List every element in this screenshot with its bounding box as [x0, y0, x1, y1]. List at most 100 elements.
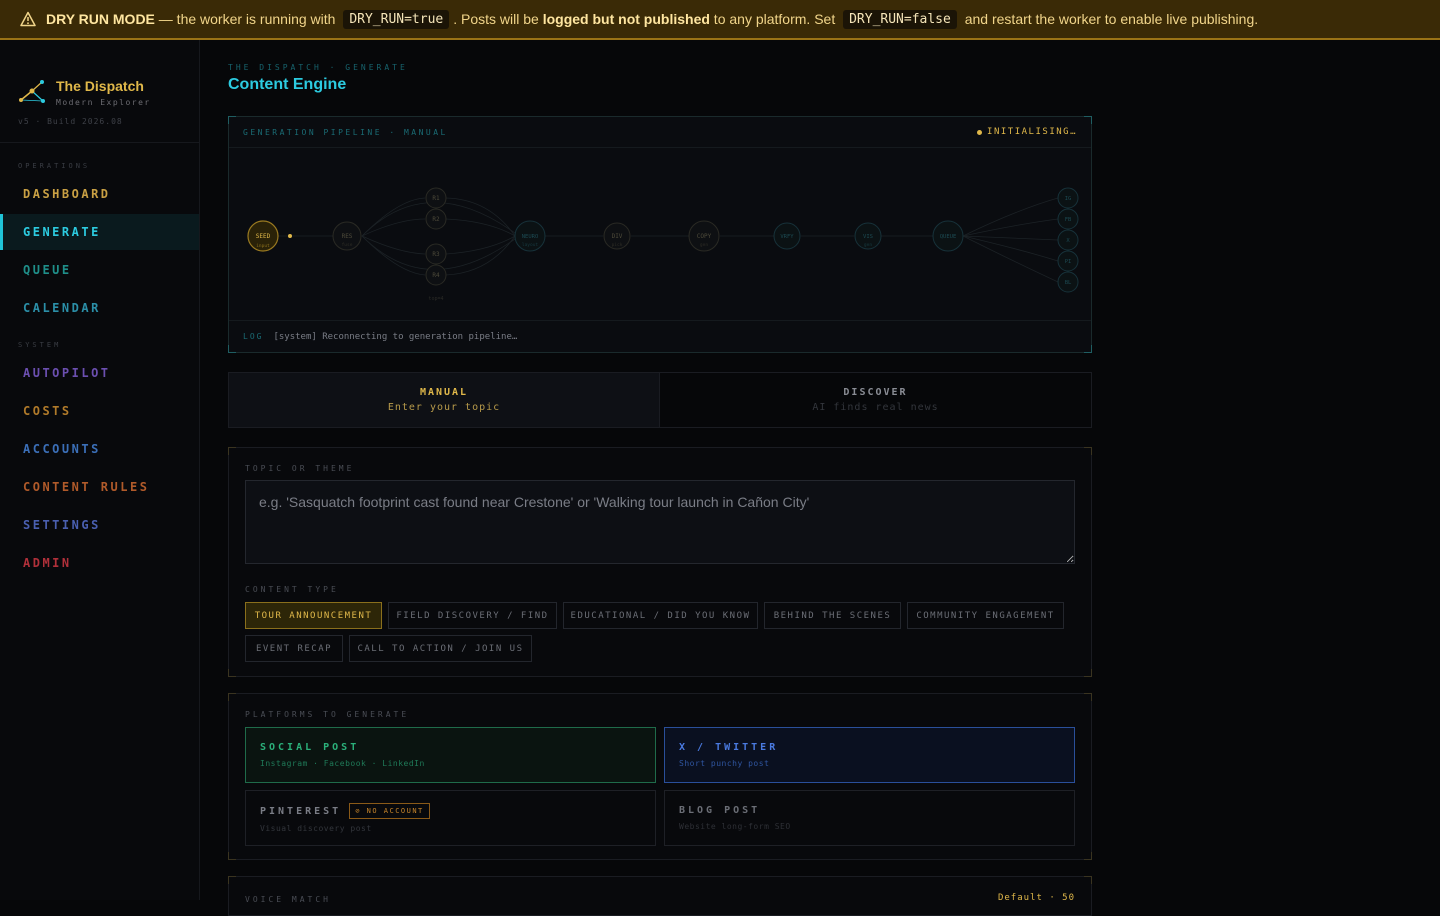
- corner-decoration: [228, 447, 236, 455]
- build-version: v5 · Build 2026.08: [18, 117, 123, 126]
- section-system: SYSTEM: [18, 341, 62, 349]
- type-chip-behind-the-scenes[interactable]: BEHIND THE SCENES: [764, 602, 901, 629]
- type-chip-tour-announcement[interactable]: TOUR ANNOUNCEMENT: [245, 602, 382, 629]
- mode-tabs: MANUAL Enter your topic DISCOVER AI find…: [228, 372, 1092, 428]
- corner-decoration: [228, 876, 236, 884]
- section-operations: OPERATIONS: [18, 162, 91, 170]
- nav-label: COSTS: [23, 404, 72, 418]
- nav-label: CALENDAR: [23, 301, 101, 315]
- node-neuro: NEURO: [522, 234, 539, 240]
- nav-label: ACCOUNTS: [23, 442, 101, 456]
- topic-input[interactable]: [245, 480, 1075, 564]
- banner-code-true: DRY_RUN=true: [343, 9, 450, 29]
- platform-card-pinterest[interactable]: PINTEREST ⊘ NO ACCOUNT Visual discovery p…: [245, 790, 656, 846]
- corner-decoration: [1084, 669, 1092, 677]
- platform-name-text: SOCIAL POST: [260, 742, 360, 753]
- platform-name: BLOG POST: [679, 805, 1074, 816]
- brand-name: The Dispatch: [56, 78, 144, 94]
- nav-dashboard[interactable]: DASHBOARD: [0, 176, 199, 212]
- tab-sub: AI finds real news: [812, 402, 939, 413]
- pipeline-log: LOG [system] Reconnecting to generation …: [229, 320, 1091, 352]
- logo-icon: [19, 80, 45, 103]
- nav-costs[interactable]: COSTS: [0, 393, 199, 429]
- status-dot-icon: [977, 129, 983, 135]
- corner-decoration: [228, 693, 236, 701]
- node-bl: BL: [1065, 280, 1072, 286]
- node-queue: QUEUE: [940, 234, 957, 240]
- corner-decoration: [1084, 447, 1092, 455]
- nav-settings[interactable]: SETTINGS: [0, 507, 199, 543]
- tab-label: MANUAL: [419, 387, 469, 398]
- nav-generate[interactable]: GENERATE: [0, 214, 199, 250]
- type-chip-educational[interactable]: EDUCATIONAL / DID YOU KNOW: [563, 602, 758, 629]
- node-seed-sub: input: [256, 243, 270, 249]
- platforms-label: PLATFORMS TO GENERATE: [245, 710, 410, 719]
- nav-content-rules[interactable]: CONTENT RULES: [0, 469, 199, 505]
- sidebar: The Dispatch Modern Explorer v5 · Build …: [0, 40, 200, 900]
- node-pi: PI: [1065, 259, 1072, 265]
- node-copy: COPY: [697, 233, 712, 240]
- platform-name: PINTEREST ⊘ NO ACCOUNT: [260, 803, 655, 819]
- platform-name-text: BLOG POST: [679, 805, 761, 816]
- node-res: RES: [342, 233, 353, 240]
- warning-icon: [20, 11, 36, 27]
- corner-decoration: [1084, 876, 1092, 884]
- platform-sub: Instagram · Facebook · LinkedIn: [260, 759, 425, 768]
- node-div: DIV: [612, 233, 623, 240]
- type-chip-field-discovery[interactable]: FIELD DISCOVERY / FIND: [388, 602, 557, 629]
- banner-title: DRY RUN MODE: [46, 11, 155, 27]
- banner-text-1: — the worker is running with: [154, 11, 340, 27]
- nav-calendar[interactable]: CALENDAR: [0, 290, 199, 326]
- pipeline-panel: GENERATION PIPELINE · MANUAL INITIALISIN…: [228, 116, 1092, 353]
- corner-decoration: [1084, 852, 1092, 860]
- type-chip-event-recap[interactable]: EVENT RECAP: [245, 635, 343, 662]
- tab-label: DISCOVER: [843, 387, 908, 398]
- tab-discover[interactable]: DISCOVER AI finds real news: [660, 373, 1091, 427]
- node-vis: VIS: [863, 234, 873, 240]
- dry-run-banner: DRY RUN MODE — the worker is running wit…: [0, 0, 1440, 40]
- nav-accounts[interactable]: ACCOUNTS: [0, 431, 199, 467]
- node-r4: R4: [432, 272, 440, 279]
- platform-name-text: X / TWITTER: [679, 742, 779, 753]
- nav-label: AUTOPILOT: [23, 366, 111, 380]
- platform-card-social[interactable]: SOCIAL POST Instagram · Facebook · Linke…: [245, 727, 656, 783]
- node-ig: IG: [1065, 196, 1072, 202]
- corner-decoration: [228, 852, 236, 860]
- log-text: [system] Reconnecting to generation pipe…: [273, 331, 518, 342]
- pipeline-header: GENERATION PIPELINE · MANUAL INITIALISIN…: [229, 117, 1091, 148]
- log-label: LOG: [243, 332, 264, 341]
- platform-card-twitter[interactable]: X / TWITTER Short punchy post: [664, 727, 1075, 783]
- voice-value: Default · 50: [997, 893, 1075, 903]
- node-vrfy: VRFY: [780, 234, 794, 240]
- platform-name-text: PINTEREST: [260, 805, 342, 817]
- topic-form: TOPIC OR THEME CONTENT TYPE TOUR ANNOUNC…: [228, 447, 1092, 677]
- type-chip-call-to-action[interactable]: CALL TO ACTION / JOIN US: [349, 635, 532, 662]
- nav-label: QUEUE: [23, 263, 72, 277]
- tab-manual[interactable]: MANUAL Enter your topic: [229, 373, 660, 427]
- type-chip-community-engagement[interactable]: COMMUNITY ENGAGEMENT: [907, 602, 1064, 629]
- node-r3: R3: [432, 251, 440, 258]
- platform-sub: Website long-form SEO: [679, 822, 791, 831]
- platform-card-blog[interactable]: BLOG POST Website long-form SEO: [664, 790, 1075, 846]
- node-fb: FB: [1065, 217, 1072, 223]
- platform-sub: Visual discovery post: [260, 824, 372, 833]
- node-vis-sub: gen: [864, 243, 872, 248]
- pipeline-graph: SEED input RES fuse R1 R2 R3 R4 top=4 NE…: [247, 187, 1079, 302]
- platform-name: X / TWITTER: [679, 742, 1074, 753]
- nav-queue[interactable]: QUEUE: [0, 252, 199, 288]
- no-account-badge: ⊘ NO ACCOUNT: [349, 803, 430, 819]
- banner-text-4: and restart the worker to enable live pu…: [960, 11, 1259, 27]
- nav-label: GENERATE: [23, 225, 101, 239]
- voice-match-panel: VOICE MATCH Default · 50: [228, 876, 1092, 916]
- banner-code-false: DRY_RUN=false: [843, 9, 957, 29]
- content-type-label: CONTENT TYPE: [245, 585, 339, 594]
- node-r1: R1: [432, 195, 440, 202]
- sidebar-divider: [0, 142, 199, 143]
- node-copy-sub: gen: [700, 243, 708, 248]
- nav-autopilot[interactable]: AUTOPILOT: [0, 355, 199, 391]
- brand-subtitle: Modern Explorer: [56, 98, 151, 107]
- corner-decoration: [1084, 693, 1092, 701]
- node-seed: SEED: [256, 233, 271, 240]
- nav-admin[interactable]: ADMIN: [0, 545, 199, 581]
- banner-text-2: . Posts will be: [453, 11, 543, 27]
